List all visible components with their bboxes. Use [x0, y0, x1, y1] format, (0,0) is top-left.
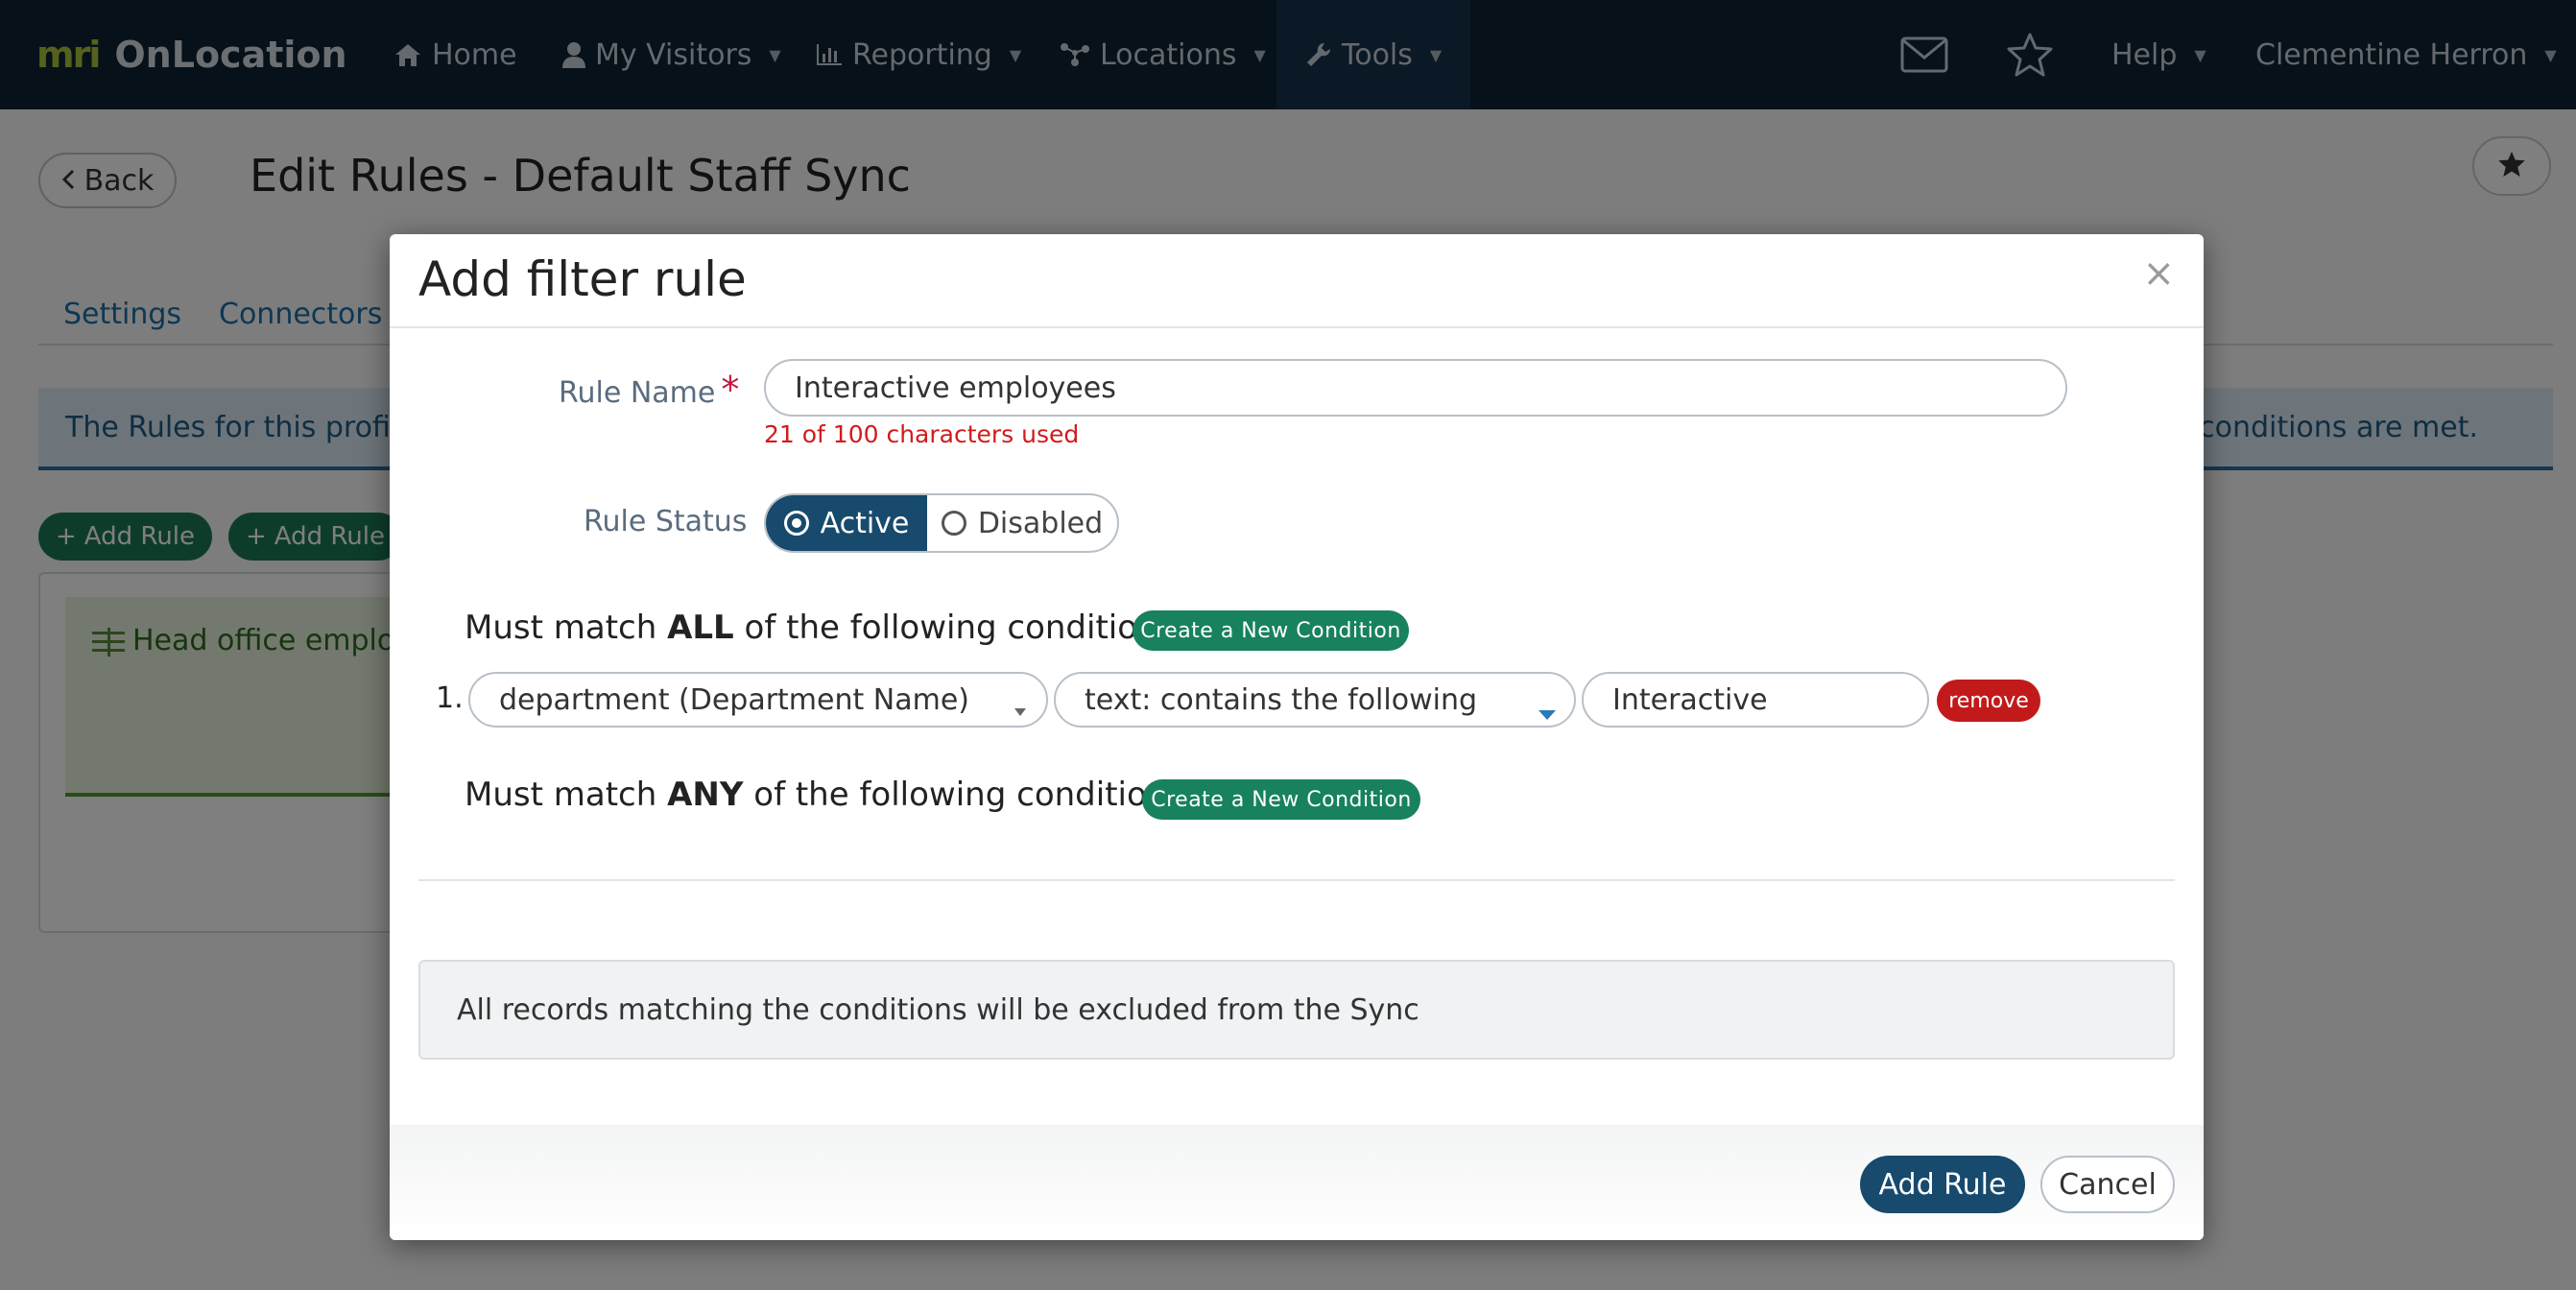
rule-status-toggle: Active Disabled	[764, 493, 1119, 553]
rule-name-label: Rule Name *	[559, 369, 739, 411]
dropdown-arrow-icon	[1014, 691, 1027, 725]
match-any-keyword: ANY	[667, 776, 744, 814]
rule-name-label-text: Rule Name	[559, 376, 716, 410]
divider	[418, 879, 2175, 881]
condition-field-value: department (Department Name)	[499, 682, 970, 717]
status-active-label: Active	[820, 506, 910, 540]
close-icon[interactable]: ×	[2142, 251, 2175, 296]
match-any-suffix: of the following conditions	[743, 776, 1185, 814]
create-all-condition-button[interactable]: Create a New Condition	[1133, 610, 1409, 651]
required-marker: *	[721, 369, 740, 411]
match-all-prefix: Must match	[465, 609, 668, 647]
modal-footer: Add Rule Cancel	[390, 1125, 2204, 1240]
match-all-keyword: ALL	[667, 609, 734, 647]
modal-header: Add filter rule ×	[390, 234, 2204, 328]
rule-status-label: Rule Status	[584, 505, 748, 538]
add-filter-rule-modal: Add filter rule × Rule Name * Interactive…	[390, 234, 2204, 1240]
caret-down-icon	[1538, 695, 1557, 729]
match-all-heading: Must match ALL of the following conditio…	[465, 609, 1175, 647]
match-any-prefix: Must match	[465, 776, 668, 814]
modal-title: Add filter rule	[418, 251, 747, 307]
remove-condition-button[interactable]: remove	[1937, 680, 2040, 722]
condition-field-select[interactable]: department (Department Name)	[468, 672, 1048, 728]
status-disabled-option[interactable]: Disabled	[927, 495, 1117, 551]
rule-name-input[interactable]: Interactive employees	[764, 359, 2067, 417]
condition-operator-select[interactable]: text: contains the following	[1054, 672, 1576, 728]
radio-unselected-icon	[941, 511, 966, 536]
status-disabled-label: Disabled	[977, 506, 1104, 540]
match-any-heading: Must match ANY of the following conditio…	[465, 776, 1184, 814]
match-all-suffix: of the following conditions	[733, 609, 1176, 647]
status-active-option[interactable]: Active	[766, 495, 927, 551]
char-count-hint: 21 of 100 characters used	[764, 420, 1080, 448]
condition-value-input[interactable]: Interactive	[1582, 672, 1929, 728]
cancel-button[interactable]: Cancel	[2040, 1156, 2175, 1213]
exclusion-notice: All records matching the conditions will…	[418, 960, 2175, 1060]
add-rule-submit-button[interactable]: Add Rule	[1860, 1156, 2025, 1213]
create-any-condition-button[interactable]: Create a New Condition	[1142, 779, 1420, 820]
condition-operator-value: text: contains the following	[1085, 682, 1478, 717]
condition-number: 1.	[436, 681, 464, 715]
radio-selected-icon	[783, 511, 809, 536]
